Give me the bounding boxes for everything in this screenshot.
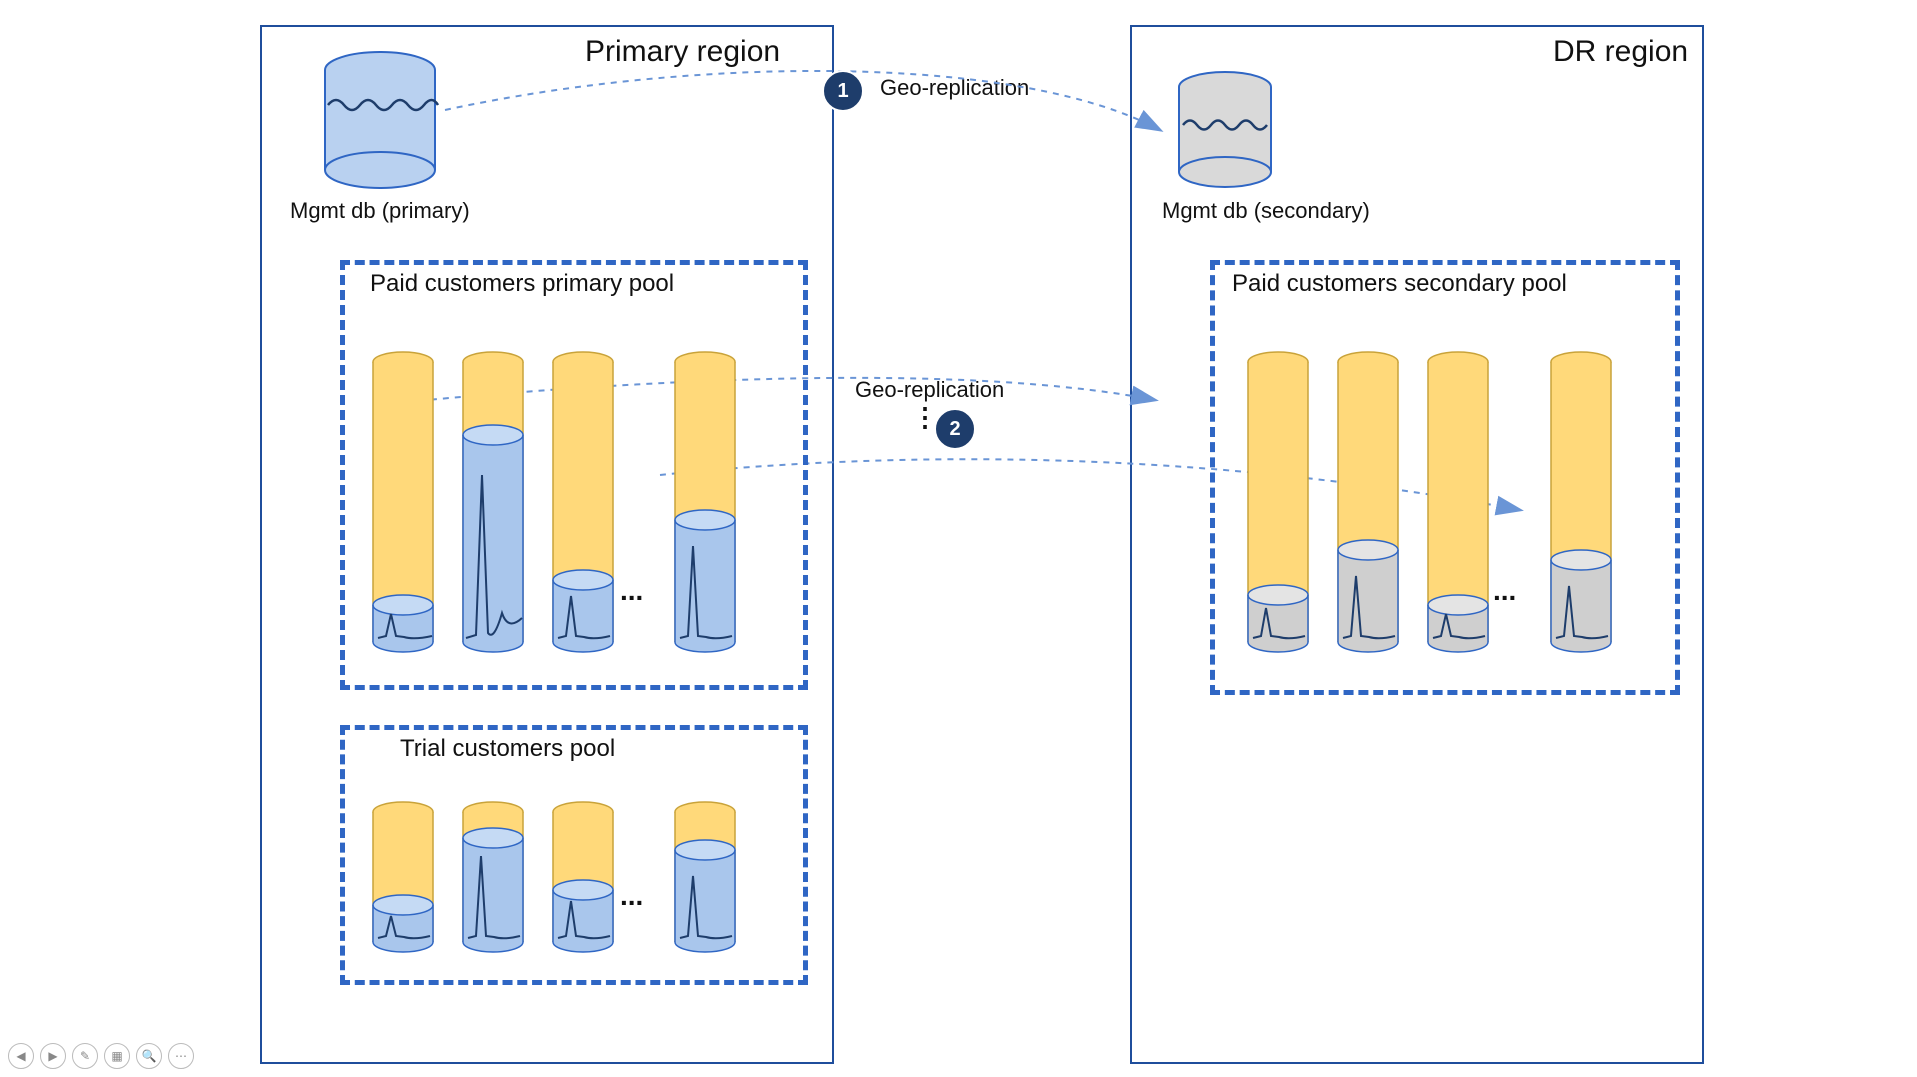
tube-paid-secondary-4 [1548, 350, 1614, 660]
mgmt-db-primary-icon [320, 50, 440, 200]
tube-paid-secondary-1 [1245, 350, 1311, 660]
tube-paid-secondary-3 [1425, 350, 1491, 660]
badge-2: 2 [934, 408, 976, 450]
tube-paid-primary-1 [370, 350, 436, 660]
tube-paid-secondary-2 [1335, 350, 1401, 660]
arrow-mgmt-replication [445, 71, 1160, 130]
tube-paid-primary-2 [460, 350, 526, 660]
tube-trial-4 [672, 800, 738, 960]
tube-trial-2 [460, 800, 526, 960]
diagram-stage: Primary region Mgmt db (primary) Paid cu… [0, 0, 1917, 1077]
tube-trial-3 [550, 800, 616, 960]
badge-1: 1 [822, 70, 864, 112]
vdots-icon: ⋮ [912, 412, 938, 422]
tube-paid-primary-3 [550, 350, 616, 660]
tube-paid-primary-4 [672, 350, 738, 660]
tube-trial-1 [370, 800, 436, 960]
mgmt-db-secondary-icon [1175, 70, 1275, 200]
